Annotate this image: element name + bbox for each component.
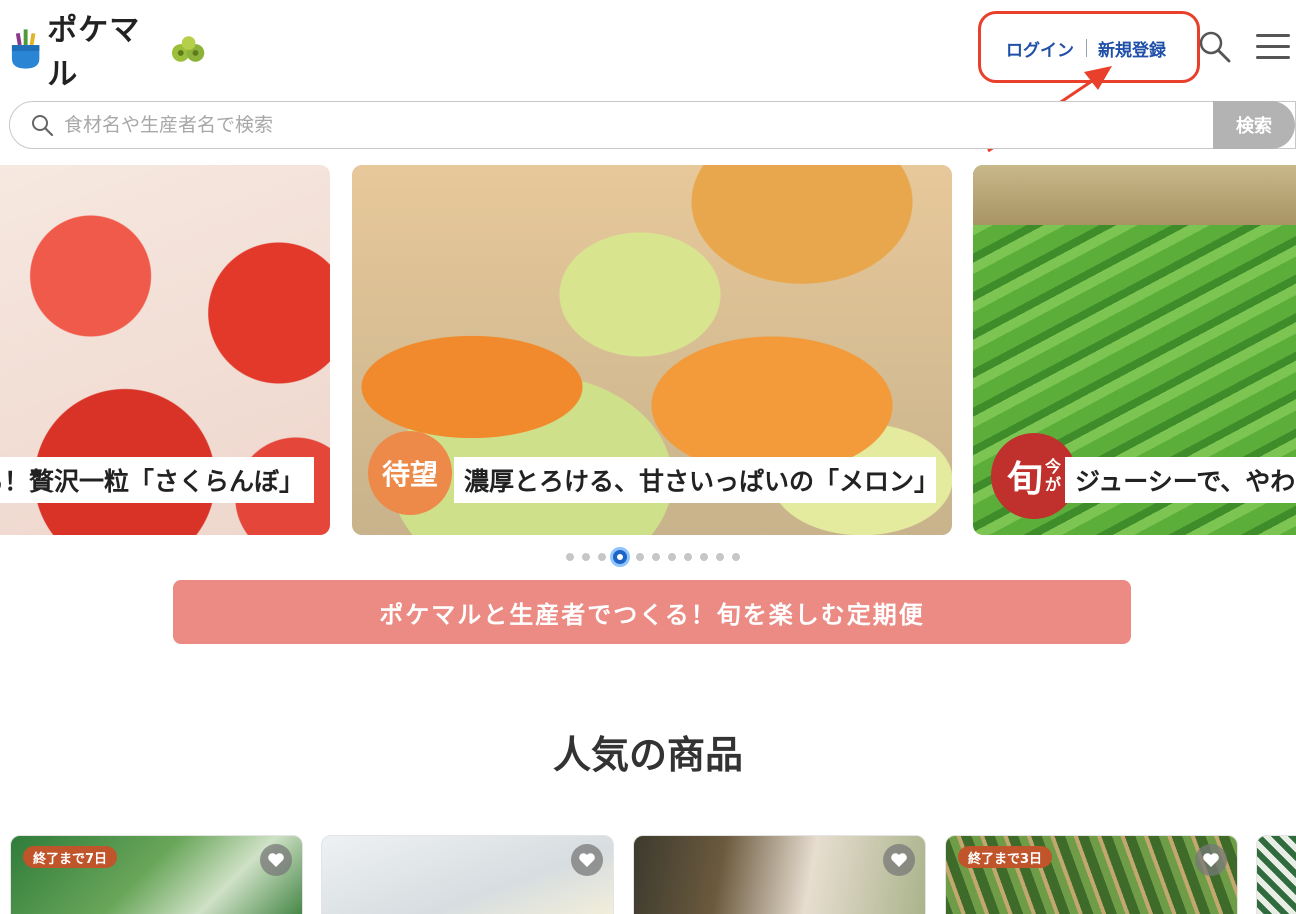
fruit-logo-icon bbox=[171, 36, 205, 62]
favorite-heart-icon[interactable] bbox=[571, 844, 603, 876]
carousel-dot[interactable] bbox=[732, 553, 740, 561]
slide-caption: る！贅沢一粒「さくらんぼ」 bbox=[0, 457, 314, 503]
subscription-banner-button[interactable]: ポケマルと生産者でつくる！旬を楽しむ定期便 bbox=[173, 580, 1131, 644]
login-link[interactable]: ログイン bbox=[1006, 36, 1074, 61]
favorite-heart-icon[interactable] bbox=[883, 844, 915, 876]
slide-caption: 濃厚とろける、甘さいっぱいの「メロン」 bbox=[454, 457, 939, 503]
carousel-dot[interactable] bbox=[582, 553, 590, 561]
search-button[interactable]: 検索 bbox=[1213, 101, 1295, 149]
slide-badge-sub: 今が bbox=[1045, 457, 1062, 494]
hero-carousel[interactable]: る！贅沢一粒「さくらんぼ」 待望 濃厚とろける、甘さいっぱいの「メロン」 旬 今… bbox=[0, 165, 1296, 535]
carousel-dot[interactable] bbox=[700, 553, 708, 561]
favorite-heart-icon[interactable] bbox=[260, 844, 292, 876]
carousel-slide-asparagus[interactable]: 旬 今が ジューシーで、やわら bbox=[973, 165, 1296, 535]
carousel-pagination bbox=[566, 547, 748, 567]
product-card[interactable]: 終了まで7日 bbox=[10, 835, 303, 914]
hamburger-menu-icon[interactable] bbox=[1256, 34, 1290, 62]
product-card[interactable]: 終了まで3日 bbox=[945, 835, 1238, 914]
carousel-dot[interactable] bbox=[668, 553, 676, 561]
slide-caption: ジューシーで、やわら bbox=[1065, 457, 1296, 503]
product-card[interactable] bbox=[321, 835, 614, 914]
carousel-slide-melon[interactable]: 待望 濃厚とろける、甘さいっぱいの「メロン」 bbox=[352, 165, 952, 535]
search-bar: 検索 bbox=[9, 101, 1296, 149]
carousel-dot[interactable] bbox=[684, 553, 692, 561]
carousel-slide-cherry[interactable]: る！贅沢一粒「さくらんぼ」 bbox=[0, 165, 330, 535]
auth-divider bbox=[1086, 39, 1087, 57]
search-field-icon bbox=[32, 115, 54, 137]
product-card[interactable] bbox=[1256, 835, 1296, 914]
carousel-dot[interactable] bbox=[716, 553, 724, 561]
slide-badge: 待望 bbox=[368, 431, 452, 515]
product-card[interactable] bbox=[633, 835, 926, 914]
header: ポケマル ログイン 新規登録 bbox=[0, 0, 1296, 96]
search-icon[interactable] bbox=[1198, 30, 1232, 64]
search-input[interactable] bbox=[64, 114, 1184, 136]
deadline-badge: 終了まで3日 bbox=[958, 846, 1053, 868]
deadline-badge: 終了まで7日 bbox=[23, 846, 118, 868]
carousel-dot[interactable] bbox=[636, 553, 644, 561]
favorite-heart-icon[interactable] bbox=[1195, 844, 1227, 876]
popular-products-title: 人気の商品 bbox=[552, 733, 743, 777]
carousel-dot-active[interactable] bbox=[610, 547, 630, 567]
slide-badge-main: 旬 bbox=[1006, 459, 1043, 500]
logo[interactable]: ポケマル bbox=[8, 13, 208, 92]
carousel-dot[interactable] bbox=[566, 553, 574, 561]
register-link[interactable]: 新規登録 bbox=[1098, 36, 1166, 61]
carousel-dot[interactable] bbox=[652, 553, 660, 561]
basket-logo-icon bbox=[11, 29, 40, 69]
carousel-dot[interactable] bbox=[598, 553, 606, 561]
auth-links: ログイン 新規登録 bbox=[1006, 36, 1166, 61]
logo-text: ポケマル bbox=[47, 13, 141, 92]
